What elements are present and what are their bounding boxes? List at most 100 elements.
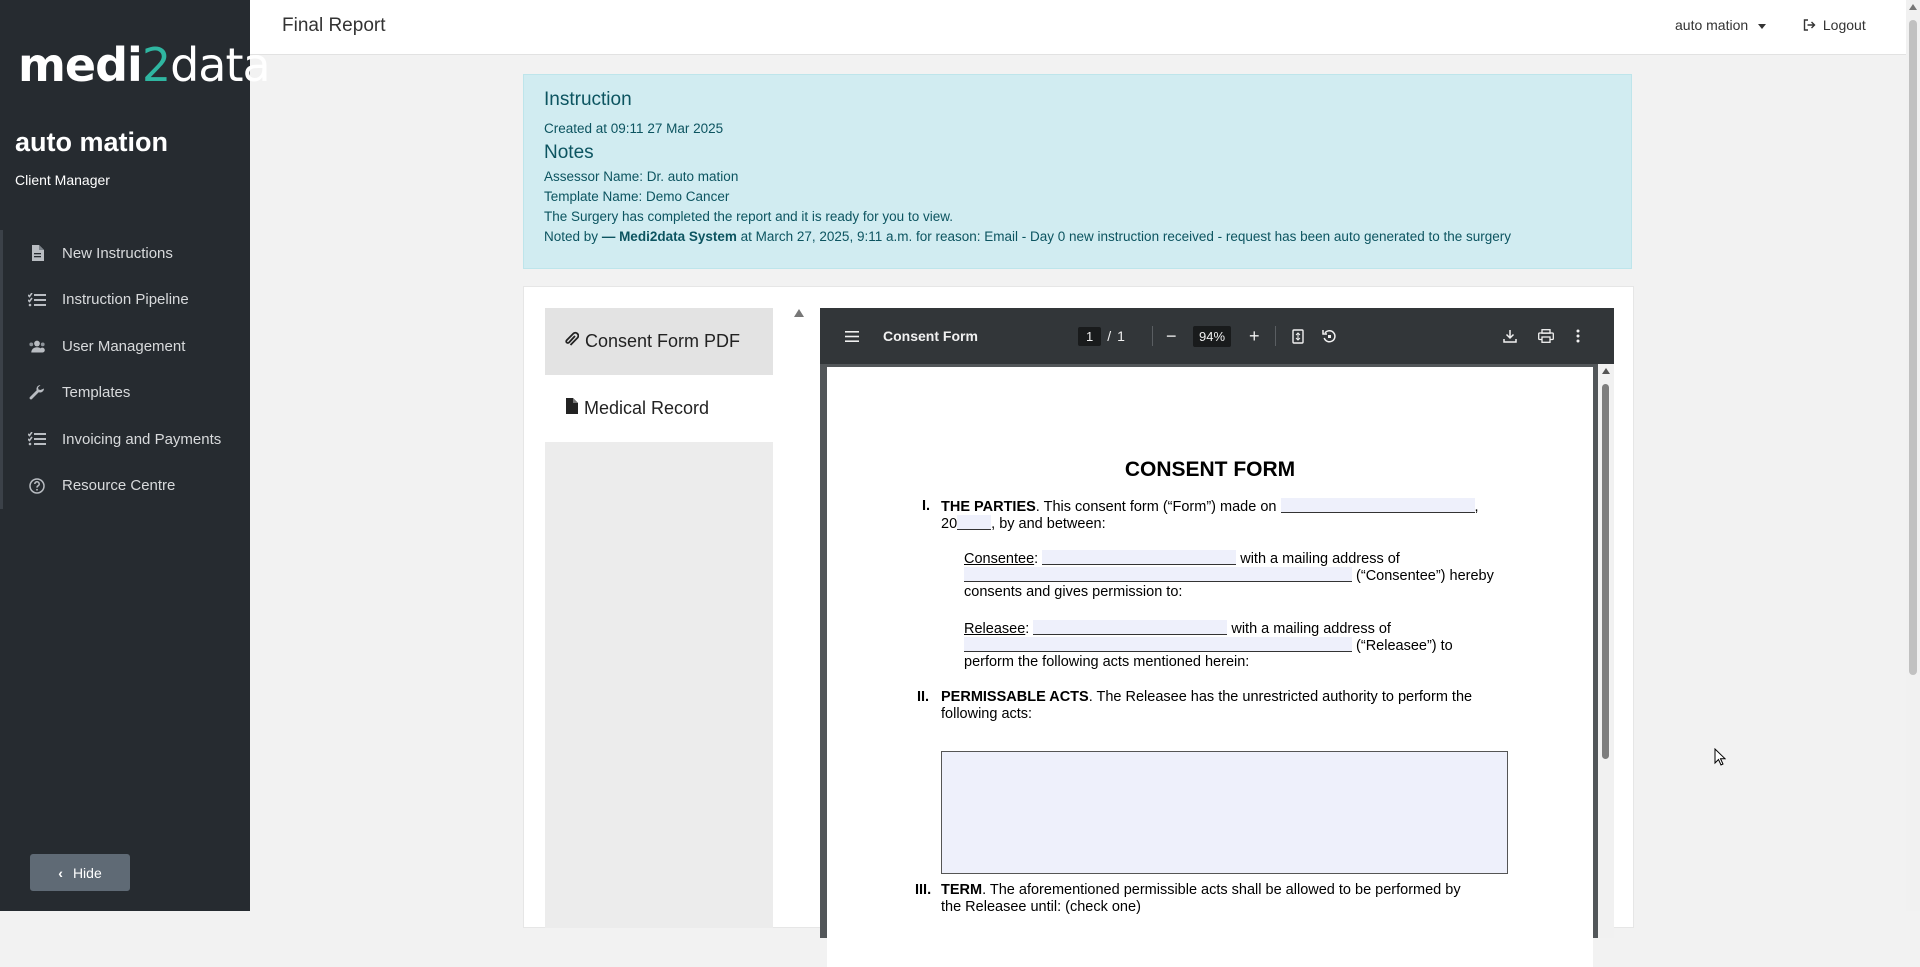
paperclip-icon [565, 330, 580, 353]
sidebar-item-user-management[interactable]: User Management [3, 323, 253, 370]
consent-form-title: CONSENT FORM [1124, 458, 1296, 481]
user-menu-label: auto mation [1675, 17, 1749, 33]
fit-page-icon[interactable] [1292, 308, 1304, 364]
releasee-label: Releasee [964, 621, 1026, 637]
section-1-line-2: 20 , by and between: [941, 515, 1106, 533]
logout-label: Logout [1822, 17, 1866, 33]
tab-label: Consent Form PDF [585, 331, 741, 351]
sidebar-item-label: Invoicing and Payments [62, 430, 222, 448]
tab-consent-form-pdf[interactable]: Consent Form PDF [545, 308, 773, 375]
logout-icon [1803, 17, 1823, 33]
pdf-toolbar: Consent Form 1 / 1 − 94% + [820, 308, 1614, 364]
tab-label: Medical Record [584, 398, 710, 418]
date-field[interactable] [1280, 498, 1475, 513]
noted-by-line: Noted by — Medi2data System at March 27,… [544, 229, 1611, 244]
sidebar-user-name: auto mation [15, 127, 168, 157]
s1-by: , by and between: [991, 516, 1106, 532]
users-icon [28, 338, 46, 354]
consentee-line-1: Consentee: with a mailing address of [964, 550, 1400, 568]
releasee-line-2: (“Releasee”) to [964, 637, 1453, 655]
scroll-up-arrow-icon[interactable] [1909, 4, 1917, 10]
s1-num: I. [922, 498, 931, 514]
consentee-line-2: (“Consentee”) hereby [964, 567, 1494, 585]
consentee-label: Consentee [964, 551, 1035, 567]
sidebar: medi2data auto mation Client Manager New… [0, 0, 271, 911]
releasee-name-field[interactable] [1033, 620, 1228, 635]
section-1-number: I. [922, 498, 930, 515]
section-2-line-2: following acts: [941, 706, 1033, 722]
sidebar-item-label: Resource Centre [62, 477, 176, 495]
sidebar-item-instruction-pipeline[interactable]: Instruction Pipeline [3, 277, 253, 324]
page-indicator: 1 / 1 [1078, 308, 1125, 364]
releasee-address-field[interactable] [964, 637, 1352, 652]
s1-comma: , [1474, 499, 1479, 515]
page-title: Final Report [282, 15, 386, 36]
zoom-level[interactable]: 94% [1193, 308, 1232, 364]
zoom-in-button[interactable]: + [1249, 308, 1260, 364]
file-icon [565, 398, 578, 419]
section-1-line-1: THE PARTIES. This consent form (“Form”) … [941, 498, 1479, 516]
mouse-cursor-icon [1714, 747, 1727, 771]
zoom-value: 94% [1193, 325, 1232, 347]
noted-suffix: at March 27, 2025, 9:11 a.m. for reason:… [740, 229, 1512, 244]
page-number-input[interactable]: 1 [1078, 326, 1102, 346]
s3-heading: TERM [941, 882, 983, 898]
sidebar-user-role: Client Manager [15, 172, 110, 188]
sidebar-item-label: Templates [62, 384, 131, 402]
list-check-icon [28, 292, 46, 307]
s1-text: . This consent form (“Form”) made on [1035, 499, 1277, 515]
hide-sidebar-button[interactable]: ‹ Hide [30, 854, 130, 891]
consentee-name-field[interactable] [1042, 550, 1237, 565]
tab-medical-record[interactable]: Medical Record [545, 375, 773, 442]
year-field[interactable] [957, 515, 992, 530]
user-menu-dropdown[interactable]: auto mation [1675, 17, 1767, 33]
perform-line: perform the following acts mentioned her… [964, 654, 1250, 670]
notes-heading: Notes [544, 142, 594, 163]
logout-link[interactable]: Logout [1803, 17, 1866, 33]
total-pages: 1 [1117, 328, 1125, 344]
releasee-suffix: (“Releasee”) to [1356, 638, 1453, 654]
noted-by-system: — Medi2data System [601, 229, 737, 244]
logo-text-medi: medi [18, 38, 143, 92]
question-circle-icon [28, 478, 46, 494]
section-3-number: III. [915, 882, 931, 899]
template-name: Template Name: Demo Cancer [544, 189, 730, 204]
sidebar-item-new-instructions[interactable]: New Instructions [3, 230, 253, 277]
zoom-out-button[interactable]: − [1166, 308, 1177, 364]
s2-num: II. [917, 689, 930, 705]
print-icon[interactable] [1538, 308, 1554, 364]
pdf-scroll-up-icon[interactable] [1602, 368, 1610, 374]
sidebar-nav: New Instructions Instruction Pipeline Us… [0, 230, 253, 509]
sidebar-item-invoicing-and-payments[interactable]: Invoicing and Payments [3, 416, 253, 463]
sidebar-item-label: Instruction Pipeline [62, 291, 189, 309]
caret-down-icon [1758, 23, 1767, 29]
download-icon[interactable] [1503, 308, 1517, 364]
mailing-text: with a mailing address of [1240, 551, 1400, 567]
colon: : [1034, 551, 1039, 567]
consentee-address-field[interactable] [964, 567, 1352, 582]
sidebar-item-templates[interactable]: Templates [3, 370, 253, 417]
top-header: Final Report auto mation Logout [250, 0, 1906, 55]
assessor-name: Assessor Name: Dr. auto mation [544, 169, 739, 184]
more-options-icon[interactable] [1576, 308, 1580, 364]
rotate-icon[interactable] [1322, 308, 1337, 364]
year-prefix: 20 [941, 516, 958, 532]
mailing-text: with a mailing address of [1231, 621, 1391, 637]
hide-label: Hide [72, 864, 102, 881]
pdf-page: CONSENT FORM I. THE PARTIES. This consen… [827, 367, 1593, 967]
tabs-scroll-up-icon[interactable] [794, 309, 804, 317]
permissible-acts-textarea[interactable] [941, 751, 1508, 874]
medi2data-logo[interactable]: medi2data [18, 38, 271, 92]
documents-panel: Consent Form PDF Medical Record Consent … [523, 286, 1634, 967]
section-3-line-1: TERM. The aforementioned permissible act… [941, 882, 1461, 899]
sidebar-item-resource-centre[interactable]: Resource Centre [3, 463, 253, 510]
instruction-info-panel: Instruction Created at 09:11 27 Mar 2025… [523, 74, 1632, 269]
plus-icon: + [1249, 325, 1260, 346]
pdf-viewer: Consent Form 1 / 1 − 94% + CONSENT FORM … [820, 308, 1614, 967]
menu-icon[interactable] [845, 308, 859, 364]
section-2-line-1: PERMISSABLE ACTS. The Releasee has the u… [941, 689, 1472, 706]
page-scrollbar-thumb[interactable] [1909, 20, 1917, 675]
instruction-heading: Instruction [544, 89, 632, 110]
pdf-file-name: Consent Form [883, 328, 978, 344]
pdf-scrollbar-thumb[interactable] [1602, 384, 1609, 759]
